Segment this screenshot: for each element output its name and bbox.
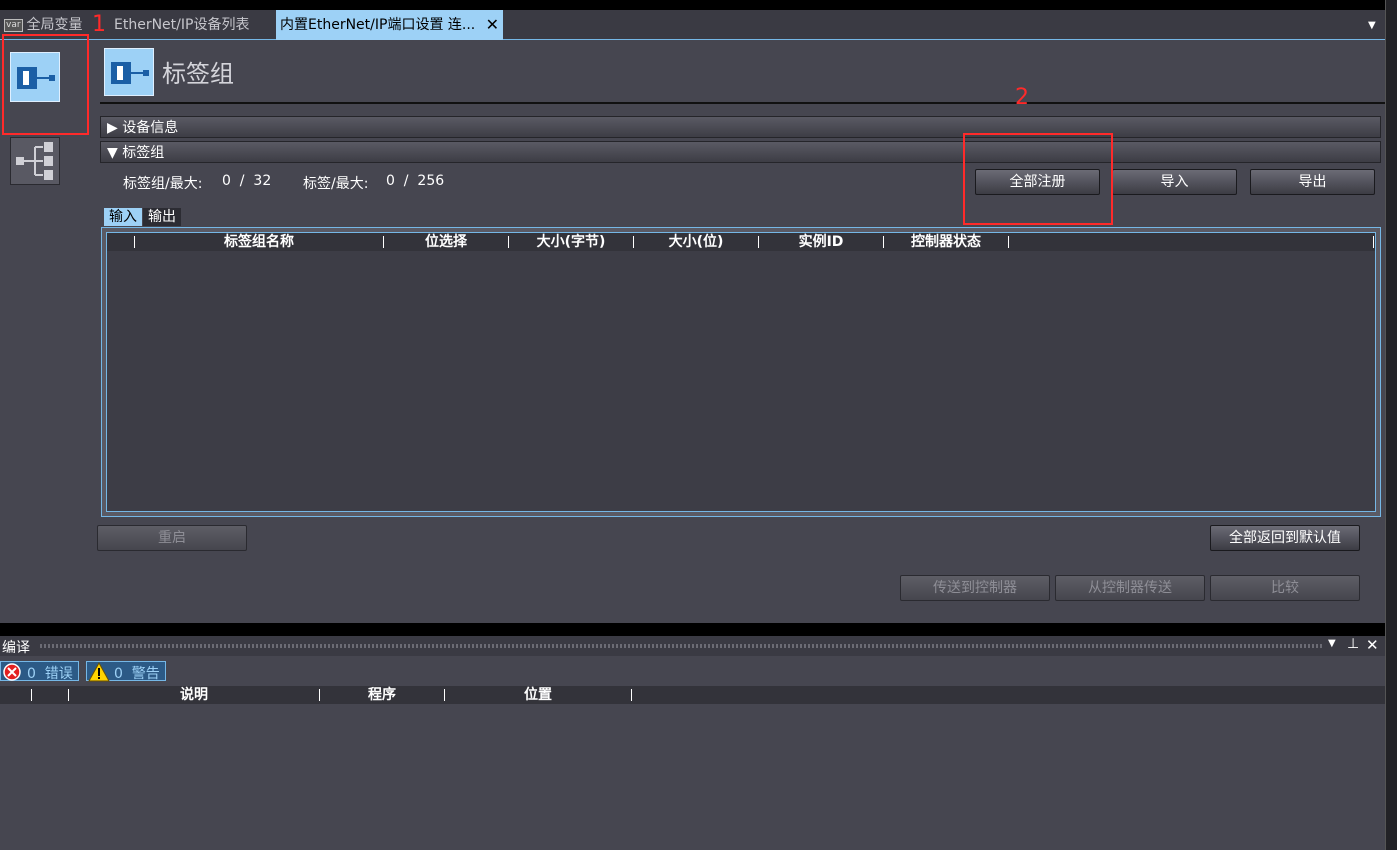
- column-size-bytes[interactable]: 大小(字节): [509, 233, 633, 251]
- export-button[interactable]: 导出: [1250, 169, 1375, 195]
- reset-all-defaults-button[interactable]: 全部返回到默认值: [1210, 525, 1360, 551]
- tag-group-count-value: 0 / 32: [222, 173, 272, 189]
- tab-list-dropdown-icon[interactable]: ▼: [1368, 20, 1376, 31]
- warning-icon: [88, 662, 110, 682]
- annotation-box-1: [2, 34, 89, 135]
- compile-table-header: 说明 程序 位置: [0, 686, 1385, 704]
- annotation-label-2: 2: [1015, 85, 1029, 110]
- column-program[interactable]: 程序: [320, 686, 444, 704]
- compare-button[interactable]: 比较: [1210, 575, 1360, 601]
- annotation-label-1: 1: [92, 12, 106, 37]
- close-icon[interactable]: ✕: [486, 10, 499, 40]
- pane-grip[interactable]: [40, 644, 1322, 648]
- tab-output[interactable]: 输出: [143, 208, 181, 226]
- annotation-box-2: [963, 133, 1113, 225]
- pane-dropdown-icon[interactable]: ▼: [1328, 638, 1336, 649]
- tab-ethernet-ip-device-list[interactable]: EtherNet/IP设备列表: [110, 10, 253, 40]
- column-tag-group-name[interactable]: 标签组名称: [135, 233, 383, 251]
- var-icon: var: [4, 18, 23, 32]
- window-edge-scrollbar[interactable]: [1385, 0, 1397, 850]
- compile-pane-titlebar: 编译 ▼ ⊥ ✕: [0, 636, 1385, 656]
- connection-nav-button[interactable]: [10, 137, 60, 185]
- error-icon: [3, 663, 21, 681]
- errors-filter-button[interactable]: 0 错误: [0, 661, 79, 682]
- tag-count-value: 0 / 256: [386, 173, 445, 189]
- transfer-to-controller-button[interactable]: 传送到控制器: [900, 575, 1050, 601]
- pin-icon[interactable]: ⊥: [1347, 636, 1359, 652]
- close-pane-icon[interactable]: ✕: [1366, 636, 1379, 654]
- import-button[interactable]: 导入: [1112, 169, 1237, 195]
- tag-group-table: 标签组名称 位选择 大小(字节) 大小(位) 实例ID 控制器状态: [106, 232, 1376, 512]
- compile-pane: [0, 636, 1385, 850]
- connection-tree-icon: [16, 142, 53, 180]
- section-tag-group[interactable]: ▼ 标签组: [100, 141, 1381, 163]
- column-bit-select[interactable]: 位选择: [384, 233, 508, 251]
- restart-button[interactable]: 重启: [97, 525, 247, 551]
- column-location[interactable]: 位置: [445, 686, 631, 704]
- column-size-bits[interactable]: 大小(位): [634, 233, 758, 251]
- column-controller-status[interactable]: 控制器状态: [884, 233, 1008, 251]
- warnings-filter-button[interactable]: 0 警告: [86, 661, 166, 682]
- tag-count-label: 标签/最大:: [303, 176, 369, 192]
- column-instance-id[interactable]: 实例ID: [759, 233, 883, 251]
- tab-builtin-ethernet-ip-port-settings[interactable]: 内置EtherNet/IP端口设置 连... ✕: [276, 10, 503, 40]
- tag-group-count-label: 标签组/最大:: [123, 176, 203, 192]
- tab-input[interactable]: 输入: [104, 208, 142, 226]
- transfer-from-controller-button[interactable]: 从控制器传送: [1055, 575, 1205, 601]
- compile-pane-title: 编译: [2, 640, 30, 656]
- tag-group-table-header: 标签组名称 位选择 大小(字节) 大小(位) 实例ID 控制器状态: [107, 233, 1375, 251]
- section-device-info[interactable]: ▶ 设备信息: [100, 116, 1381, 138]
- column-description[interactable]: 说明: [69, 686, 319, 704]
- page-title-icon: [104, 48, 154, 96]
- document-tab-bar: var 全局变量 EtherNet/IP设备列表 内置EtherNet/IP端口设…: [0, 10, 1385, 40]
- page-title: 标签组: [162, 60, 234, 88]
- title-divider: [100, 102, 1385, 104]
